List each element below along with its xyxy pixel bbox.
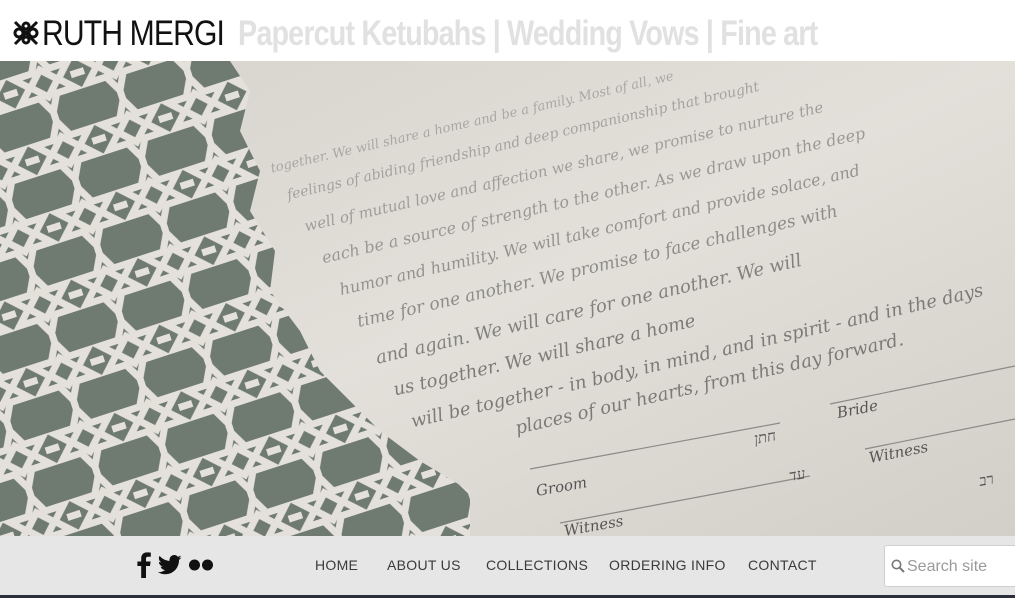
site-header: RUTH MERGI Papercut Ketubahs | Wedding V…	[0, 0, 1015, 61]
hebrew-label: חתן	[753, 426, 778, 448]
nav-contact[interactable]: CONTACT	[748, 557, 817, 573]
hebrew-label: רב	[977, 470, 995, 490]
nav-about-us[interactable]: ABOUT US	[387, 557, 461, 573]
papercut-ketubah-photo: together. We will share a home and be a …	[0, 61, 1015, 536]
hero-image: together. We will share a home and be a …	[0, 61, 1015, 536]
search-icon[interactable]	[891, 559, 905, 573]
ornament-logo-icon[interactable]	[11, 18, 41, 48]
flickr-icon[interactable]	[188, 558, 214, 572]
nav-home[interactable]: HOME	[315, 557, 358, 573]
facebook-icon[interactable]	[136, 552, 152, 578]
search-input[interactable]	[907, 556, 1015, 578]
search-box	[884, 545, 1015, 587]
social-links	[136, 552, 214, 578]
nav-collections[interactable]: COLLECTIONS	[486, 557, 588, 573]
site-tagline: Papercut Ketubahs | Wedding Vows | Fine …	[238, 14, 818, 53]
brand-name[interactable]: RUTH MERGI	[42, 14, 225, 54]
twitter-icon[interactable]	[158, 554, 182, 576]
nav-ordering-info[interactable]: ORDERING INFO	[609, 557, 726, 573]
